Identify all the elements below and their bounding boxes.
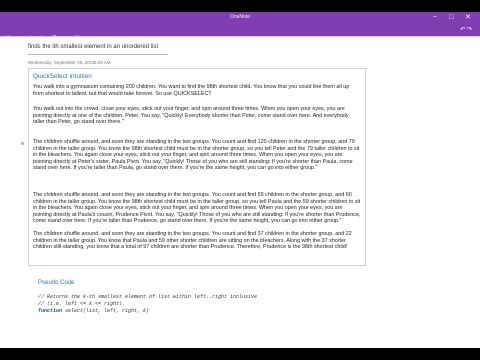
code-keyword: function — [38, 308, 63, 314]
code-line-2: // (i.e. left <= k <= right). — [38, 301, 126, 307]
menu-bar: Home Insert Draw View ↶ ↷ — [0, 26, 480, 41]
note-container[interactable]: QuickSelect intuition You walk into a gy… — [21, 68, 366, 266]
pseudo-code-heading: Pseudo Code — [38, 280, 75, 286]
code-line-1: // Returns the k-th smallest element of … — [38, 294, 258, 300]
title-underline — [28, 54, 168, 55]
note-page: finds the ith smallest element in an uno… — [21, 40, 456, 348]
page-title[interactable]: finds the ith smallest element in an uno… — [28, 44, 158, 50]
title-bar: OneNote − □ ✕ — [0, 12, 480, 26]
section-heading: QuickSelect intuition — [33, 73, 92, 80]
pseudo-code-block[interactable]: // Returns the k-th smallest element of … — [38, 294, 338, 315]
page-date: Wednesday, September 25, 2013 — [28, 60, 95, 65]
paragraph-3[interactable]: The children shuffle around, and soon th… — [33, 139, 361, 172]
paragraph-5[interactable]: The children shuffle around, and soon th… — [33, 231, 361, 251]
code-signature: select(list, left, right, k) — [62, 308, 150, 314]
paragraph-handle[interactable] — [21, 142, 24, 145]
paragraph-1[interactable]: You walk into a gymnasium containing 200… — [33, 84, 361, 97]
undo-redo-icons[interactable]: ↶ ↷ — [460, 26, 472, 33]
paragraph-4[interactable]: The children shuffle around, and soon th… — [33, 192, 361, 225]
paragraph-2[interactable]: You walk out into the crowd, close your … — [33, 106, 361, 126]
onenote-window: OneNote − □ ✕ Home Insert Draw View ↶ ↷ … — [0, 12, 480, 348]
window-title: OneNote — [229, 14, 250, 20]
window-controls[interactable]: − □ ✕ — [433, 13, 476, 21]
page-time: 6:29 AM — [94, 60, 111, 65]
code-line-3: function select(list, left, right, k) — [38, 308, 338, 315]
ribbon-divider — [0, 36, 480, 37]
